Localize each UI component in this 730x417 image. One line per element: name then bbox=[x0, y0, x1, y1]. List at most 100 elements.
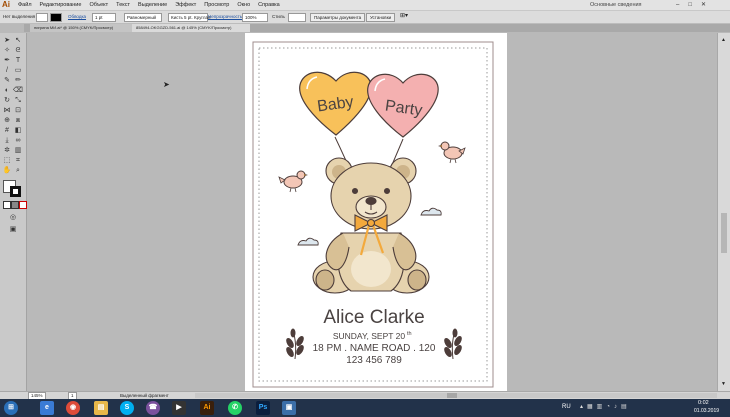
event-phone: 123 456 789 bbox=[346, 355, 402, 366]
menu-file[interactable]: Файл bbox=[18, 0, 32, 10]
menu-type[interactable]: Текст bbox=[116, 0, 130, 10]
document-tabs: нигрина МИ.ai* @ 150% (CMYK/Просмотр) 85… bbox=[24, 24, 730, 32]
menu-window[interactable]: Окно bbox=[237, 0, 250, 10]
style-label: Стиль bbox=[272, 14, 285, 19]
clock-time: 0:02 bbox=[698, 400, 709, 406]
gradient-icon[interactable]: ◧ bbox=[13, 126, 23, 136]
minimize-icon[interactable]: – bbox=[676, 2, 688, 8]
mesh-icon[interactable]: # bbox=[2, 126, 12, 136]
pen-tool-icon[interactable]: ✒ bbox=[2, 56, 12, 66]
horizontal-scroll-thumb[interactable] bbox=[447, 393, 457, 398]
event-date-suffix: th bbox=[407, 331, 412, 337]
tab-document-2[interactable]: 858494-OKGGZD-561.ai @ 145% (CMYK/Просмо… bbox=[132, 24, 250, 32]
hand-tool-icon[interactable]: ✋ bbox=[2, 166, 12, 176]
stroke-label[interactable]: Обводка bbox=[68, 13, 86, 20]
document-setup-button[interactable]: Параметры документа bbox=[310, 13, 366, 22]
style-swatch[interactable] bbox=[288, 13, 306, 22]
magic-wand-icon[interactable]: ✧ bbox=[2, 46, 12, 56]
window-controls[interactable]: –□✕ bbox=[676, 0, 715, 10]
whatsapp-icon[interactable]: ✆ bbox=[228, 401, 242, 415]
folder-icon[interactable]: ▤ bbox=[94, 401, 108, 415]
close-icon[interactable]: ✕ bbox=[701, 2, 715, 8]
menu-effect[interactable]: Эффект bbox=[175, 0, 196, 10]
brush-select[interactable]: Кисть 5 pt. Круглая bbox=[168, 13, 210, 22]
workspace-switcher[interactable]: Основные сведения bbox=[590, 0, 642, 10]
tools-panel: ➤ ↖ ✧ ᘓ ✒ T / ▭ ✎ ✏ ◐ ⌫ ↻ ⤡ ⋈ ⊡ ⊕ ⧈ # ◧ … bbox=[0, 33, 27, 391]
screen-icon[interactable]: ▣ bbox=[282, 401, 296, 415]
draw-mode-icon[interactable]: ◎ bbox=[8, 213, 18, 223]
preferences-button[interactable]: Установки bbox=[366, 13, 396, 22]
width-tool-icon[interactable]: ⋈ bbox=[2, 106, 12, 116]
language-indicator[interactable]: RU bbox=[562, 404, 571, 410]
start-icon[interactable]: ⊞ bbox=[4, 401, 18, 415]
event-date: SUNDAY, SEPT 20 bbox=[333, 331, 406, 341]
direct-selection-icon[interactable]: ↖ bbox=[13, 36, 23, 46]
horizontal-scrollbar[interactable] bbox=[195, 393, 717, 398]
maximize-icon[interactable]: □ bbox=[688, 2, 701, 8]
ie-icon[interactable]: e bbox=[40, 401, 54, 415]
control-bar: Нет выделения Обводка 1 pt Равномерный К… bbox=[0, 11, 730, 24]
graph-tool-icon[interactable]: ▥ bbox=[13, 146, 23, 156]
free-transform-icon[interactable]: ⊡ bbox=[13, 106, 23, 116]
invitation-artwork: Baby Party Alice Clarke SUNDAY, SEPT 20 … bbox=[252, 41, 494, 388]
paintbrush-icon[interactable]: ✎ bbox=[2, 76, 12, 86]
perspective-icon[interactable]: ⧈ bbox=[13, 116, 23, 126]
artboard[interactable]: Baby Party Alice Clarke SUNDAY, SEPT 20 … bbox=[245, 33, 507, 391]
guest-name: Alice Clarke bbox=[323, 307, 424, 328]
tab-document-1[interactable]: нигрина МИ.ai* @ 150% (CMYK/Просмотр) bbox=[30, 24, 136, 32]
app-logo: Ai bbox=[2, 0, 10, 9]
fill-swatch[interactable] bbox=[36, 13, 48, 22]
scroll-up-icon[interactable]: ▲ bbox=[721, 37, 726, 43]
pencil-icon[interactable]: ✏ bbox=[13, 76, 23, 86]
rectangle-tool-icon[interactable]: ▭ bbox=[13, 66, 23, 76]
cursor-icon: ➤ bbox=[163, 80, 170, 89]
screen-mode-icon[interactable]: ▣ bbox=[8, 225, 18, 235]
arrange-icon[interactable]: ⊞▾ bbox=[400, 13, 408, 20]
menu-help[interactable]: Справка bbox=[258, 0, 280, 10]
lasso-icon[interactable]: ᘓ bbox=[13, 46, 23, 56]
color-mode-icon[interactable] bbox=[3, 201, 11, 209]
scroll-down-icon[interactable]: ▼ bbox=[721, 381, 726, 387]
type-tool-icon[interactable]: T bbox=[13, 56, 23, 66]
tray-icons[interactable]: ▴▦▥◔♪▤ bbox=[580, 403, 631, 410]
illustrator-icon[interactable]: Ai bbox=[200, 401, 214, 415]
menu-edit[interactable]: Редактирование bbox=[40, 0, 82, 10]
scale-icon[interactable]: ⤡ bbox=[13, 96, 23, 106]
blend-icon[interactable]: ∞ bbox=[13, 136, 23, 146]
artboard-tool-icon[interactable]: ⬚ bbox=[2, 156, 12, 166]
event-time-address: 18 PM . NAME ROAD . 120 bbox=[313, 343, 436, 354]
gradient-mode-icon[interactable] bbox=[11, 201, 19, 209]
zoom-tool-icon[interactable]: ⌕ bbox=[13, 166, 23, 176]
eyedropper-icon[interactable]: ⤓ bbox=[2, 136, 12, 146]
slice-icon[interactable]: ⌗ bbox=[13, 156, 23, 166]
rotate-icon[interactable]: ↻ bbox=[2, 96, 12, 106]
none-mode-icon[interactable] bbox=[19, 201, 27, 209]
viber-icon[interactable]: ☎ bbox=[146, 401, 160, 415]
menu-select[interactable]: Выделение bbox=[138, 0, 167, 10]
line-tool-icon[interactable]: / bbox=[2, 66, 12, 76]
skype-icon[interactable]: S bbox=[120, 401, 134, 415]
photoshop-icon[interactable]: Ps bbox=[256, 401, 270, 415]
menu-bar: Ai Файл Редактирование Объект Текст Выде… bbox=[0, 0, 730, 11]
vertical-scrollbar[interactable]: ▲ ▼ bbox=[717, 33, 730, 391]
opacity-field[interactable]: 100% bbox=[242, 13, 268, 22]
windows-taskbar: ⊞ e ◉ ▤ S ☎ ▶ Ai ✆ Ps ▣ RU ▴▦▥◔♪▤ 0:02 0… bbox=[0, 399, 730, 417]
stroke-color-icon[interactable] bbox=[10, 186, 21, 197]
scroll-thumb[interactable] bbox=[721, 213, 727, 253]
opacity-label[interactable]: Непрозрачность bbox=[208, 13, 242, 20]
symbol-sprayer-icon[interactable]: ✲ bbox=[2, 146, 12, 156]
eraser-icon[interactable]: ⌫ bbox=[13, 86, 23, 96]
selection-tool-icon[interactable]: ➤ bbox=[2, 36, 12, 46]
profile-select[interactable]: Равномерный bbox=[124, 13, 162, 22]
no-selection-label: Нет выделения bbox=[3, 14, 36, 19]
shape-builder-icon[interactable]: ⊕ bbox=[2, 116, 12, 126]
stroke-swatch[interactable] bbox=[50, 13, 62, 22]
menu-list: Файл Редактирование Объект Текст Выделен… bbox=[18, 0, 280, 10]
blob-brush-icon[interactable]: ◐ bbox=[2, 86, 12, 96]
clock-date: 01.03.2019 bbox=[694, 408, 720, 414]
menu-object[interactable]: Объект bbox=[89, 0, 108, 10]
menu-view[interactable]: Просмотр bbox=[204, 0, 229, 10]
chrome-icon[interactable]: ◉ bbox=[66, 401, 80, 415]
media-icon[interactable]: ▶ bbox=[172, 401, 186, 415]
stroke-width-field[interactable]: 1 pt bbox=[92, 13, 116, 22]
